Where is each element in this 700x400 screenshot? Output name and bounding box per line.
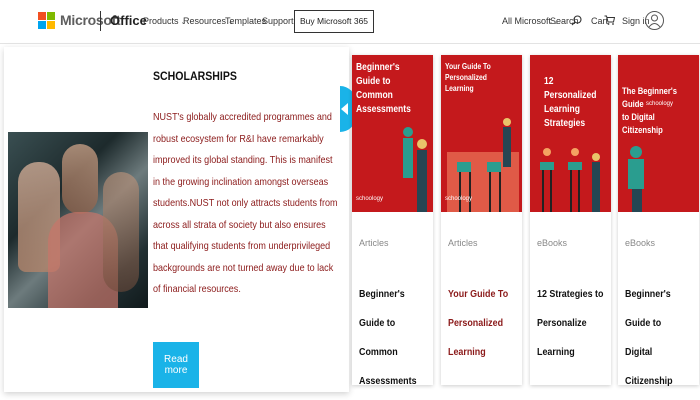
resource-card[interactable]: Beginner's Guide to Common Assessments s… (352, 55, 433, 387)
card-image: The Beginner's Guide to Digital Citizens… (618, 55, 699, 212)
resource-card[interactable]: Your Guide To Personalized Learning scho… (441, 55, 522, 385)
card-title[interactable]: Beginner's Guide to Common Assessments (359, 280, 427, 396)
card-title[interactable]: 12 Strategies to Personalize Learning (537, 280, 605, 367)
cart-icon[interactable] (604, 15, 615, 25)
scholarship-panel: SCHOLARSHIPS NUST's globally accredited … (4, 47, 349, 392)
card-image: Beginner's Guide to Common Assessments s… (352, 55, 433, 212)
card-title[interactable]: Beginner's Guide to Digital Citizenship (625, 280, 693, 396)
resource-card[interactable]: The Beginner's Guide to Digital Citizens… (618, 55, 699, 387)
card-category: Articles (448, 238, 478, 248)
nav-support[interactable]: Support (262, 16, 294, 26)
card-category: Articles (359, 238, 389, 248)
card-image: 12 Personalized Learning Strategies (530, 55, 611, 212)
search-icon[interactable] (571, 15, 582, 26)
top-navigation: Microsoft Office Products ⌄ Resources ⌄ Te… (0, 0, 700, 44)
resource-card[interactable]: 12 Personalized Learning Strategies eBoo… (530, 55, 611, 385)
read-more-button[interactable]: Read more (153, 342, 199, 388)
product-name[interactable]: Office (110, 13, 147, 28)
header-divider (100, 11, 101, 31)
buy-microsoft-365-button[interactable]: Buy Microsoft 365 (294, 10, 375, 33)
students-photo (8, 132, 148, 308)
nav-templates[interactable]: Templates (225, 16, 266, 26)
card-title[interactable]: Your Guide To Personalized Learning (448, 280, 516, 367)
card-category: eBooks (537, 238, 568, 248)
card-image: Your Guide To Personalized Learning scho… (441, 55, 522, 212)
panel-body-text: NUST's globally accredited programmes an… (153, 111, 338, 295)
nav-products[interactable]: Products ⌄ (143, 16, 186, 26)
panel-title: SCHOLARSHIPS (153, 69, 237, 83)
card-category: eBooks (625, 238, 656, 248)
microsoft-logo-icon[interactable] (38, 12, 55, 29)
avatar-icon[interactable] (645, 11, 664, 30)
